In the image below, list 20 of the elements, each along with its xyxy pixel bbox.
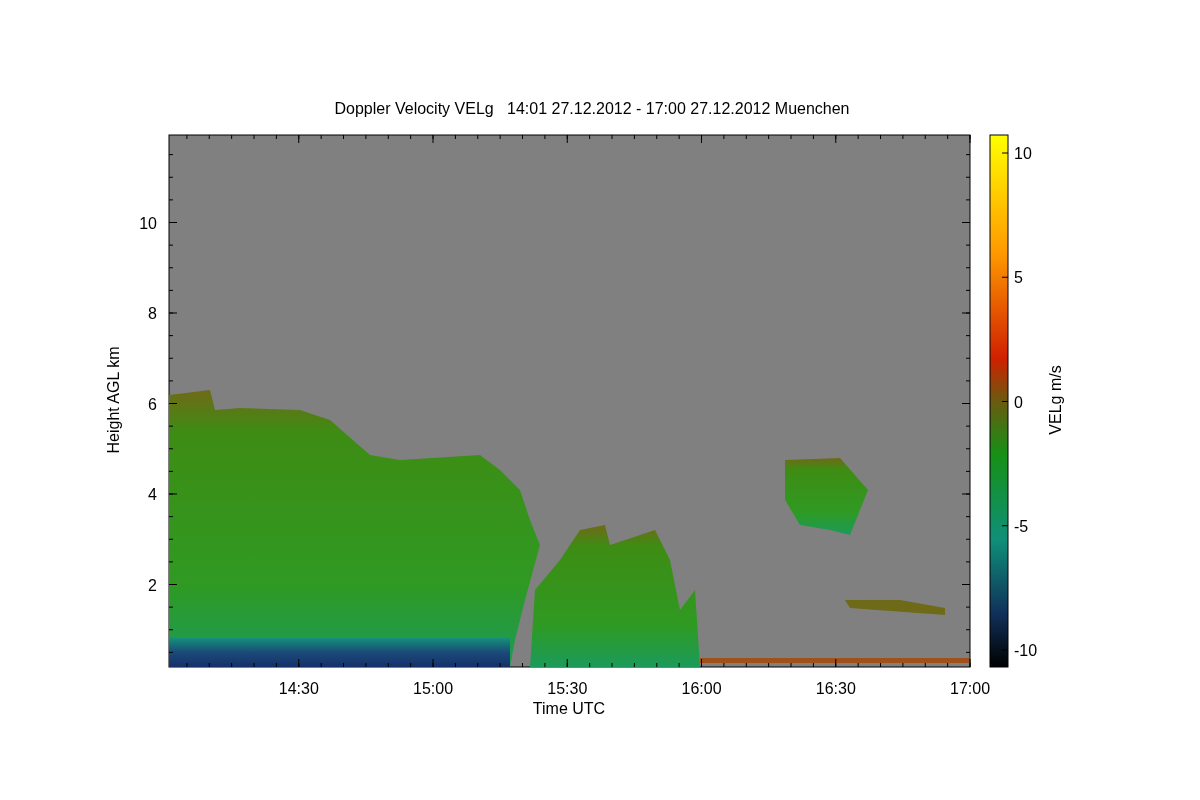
- x-tick-label: 17:00: [950, 680, 991, 697]
- y-axis-label: Height AGL km: [105, 346, 122, 454]
- colorbar-tick-label: 5: [1014, 269, 1023, 287]
- colorbar-tick-label: 0: [1014, 393, 1023, 411]
- y-tick-label: 6: [148, 395, 157, 413]
- colorbar-tick-label: -5: [1014, 517, 1029, 535]
- x-tick-label: 16:30: [815, 680, 856, 697]
- x-tick-label: 16:00: [681, 680, 722, 697]
- x-tick-label: 14:30: [278, 680, 319, 697]
- colorbar-tick-label: -10: [1014, 642, 1038, 659]
- x-tick-label: 15:00: [413, 680, 454, 697]
- y-tick-label: 4: [148, 486, 157, 503]
- y-tick-label: 2: [148, 576, 157, 594]
- x-tick-label: 15:30: [547, 680, 588, 697]
- y-tick-label: 8: [148, 305, 157, 322]
- chart-title: Doppler Velocity VELg 14:01 27.12.2012 - 17:00 27.12.2012 Muenchen: [334, 100, 850, 117]
- x-axis-label: Time UTC: [532, 700, 606, 717]
- colorbar-tick-label: 10: [1014, 145, 1032, 162]
- colorbar-label: VELg m/s: [1047, 365, 1064, 435]
- y-tick-label: 10: [139, 214, 157, 232]
